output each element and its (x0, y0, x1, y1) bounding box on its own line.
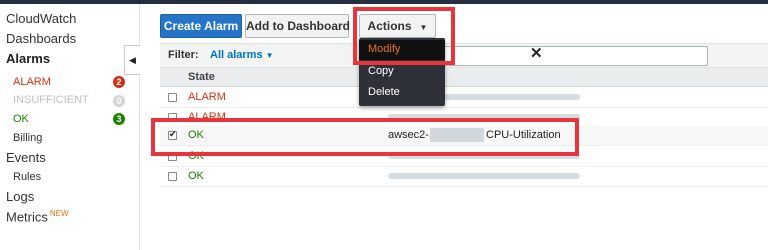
sidebar-item-cloudwatch[interactable]: CloudWatch (6, 11, 76, 26)
row-checkbox[interactable] (168, 172, 177, 181)
actions-dropdown-button[interactable]: Actions ▼ (359, 14, 436, 38)
sidebar-item-alarm-state[interactable]: ALARM (13, 76, 51, 88)
alarm-name-suffix: CPU-Utilization (486, 129, 561, 141)
sidebar-item-events[interactable]: Events (6, 150, 46, 165)
row-state: OK (188, 150, 204, 162)
menu-item-delete[interactable]: Delete (359, 83, 445, 103)
alarm-name-prefix: awsec2- (388, 129, 429, 141)
row-checkbox-checked[interactable] (168, 129, 177, 140)
add-to-dashboard-button[interactable]: Add to Dashboard (245, 14, 350, 38)
chevron-down-icon: ▼ (419, 23, 428, 32)
alarm-count-badge: 2 (113, 76, 125, 88)
row-checkbox[interactable] (168, 152, 177, 161)
sidebar-item-metrics-label: Metrics (6, 209, 48, 225)
sidebar-item-metrics[interactable]: Metrics NEW (6, 209, 69, 224)
row-state: ALARM (188, 91, 226, 103)
row-state: ALARM (188, 111, 226, 123)
sidebar-item-dashboards[interactable]: Dashboards (6, 31, 76, 46)
sidebar: CloudWatch Dashboards Alarms ALARM 2 INS… (0, 4, 140, 250)
alarm-filter-select[interactable]: All alarms ▼ (210, 49, 274, 61)
blurred-alarm-name (388, 153, 580, 159)
row-checkbox[interactable] (168, 113, 177, 122)
sidebar-item-logs[interactable]: Logs (6, 189, 34, 204)
filter-label: Filter: (168, 49, 199, 61)
blurred-alarm-name (388, 173, 580, 179)
menu-item-copy[interactable]: Copy (359, 62, 445, 82)
filter-bar: Filter: All alarms ▼ ✕ (160, 43, 768, 68)
chevron-down-icon: ▼ (265, 51, 274, 60)
table-row-selected[interactable]: OK awsec2- CPU-Utilization (160, 126, 768, 146)
row-state: OK (188, 170, 204, 182)
sidebar-item-rules[interactable]: Rules (13, 171, 41, 183)
triangle-left-icon: ◀ (129, 54, 136, 65)
actions-menu: Modify Copy Delete (359, 38, 445, 106)
table-row[interactable]: OK (160, 147, 768, 167)
table-row[interactable]: OK (160, 167, 768, 187)
sidebar-item-billing[interactable]: Billing (13, 132, 42, 144)
actions-button-label: Actions (367, 19, 412, 33)
state-column-header[interactable]: State (188, 71, 215, 83)
clear-search-icon[interactable]: ✕ (530, 44, 543, 62)
table-row[interactable]: ALARM (160, 88, 768, 108)
ok-count-badge: 3 (113, 113, 125, 125)
blurred-alarm-name (388, 114, 580, 120)
alarm-filter-value: All alarms (210, 49, 263, 61)
collapse-sidebar-toggle[interactable]: ◀ (124, 45, 140, 75)
row-checkbox[interactable] (168, 93, 177, 102)
create-alarm-button[interactable]: Create Alarm (160, 14, 242, 38)
table-row[interactable]: ALARM (160, 108, 768, 128)
table-header: State (160, 68, 768, 87)
new-badge: NEW (49, 209, 69, 218)
sidebar-item-alarms[interactable]: Alarms (6, 51, 50, 66)
menu-item-modify[interactable]: Modify (359, 40, 445, 60)
sidebar-item-insufficient-state[interactable]: INSUFFICIENT (13, 94, 89, 106)
redacted-name-segment (430, 128, 484, 142)
row-state: OK (188, 129, 204, 141)
sidebar-item-ok-state[interactable]: OK (13, 113, 29, 125)
search-input[interactable] (442, 46, 708, 66)
insufficient-count-badge: 0 (113, 95, 125, 107)
